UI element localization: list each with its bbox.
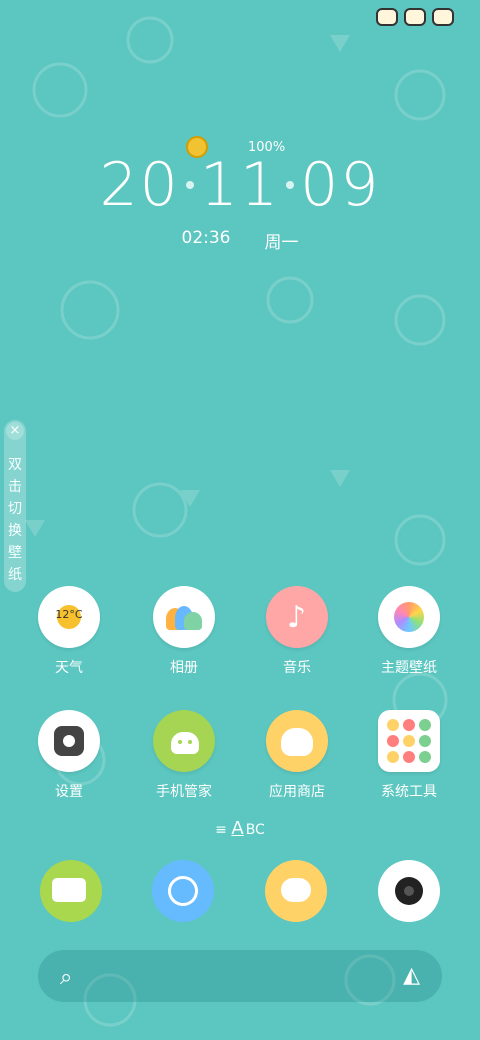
folder-app-dot: [403, 735, 415, 747]
app-label: 相册: [170, 660, 198, 676]
weekday: 周一: [264, 233, 299, 253]
folder-app-dot: [387, 735, 399, 747]
themes-icon[interactable]: [378, 586, 440, 648]
app-settings[interactable]: 设置: [24, 710, 114, 801]
eye-icon: [188, 740, 192, 744]
wallpaper-switch-tab[interactable]: × 双击切换壁纸: [4, 420, 26, 592]
folder-app-dot: [419, 735, 431, 747]
app-label: 天气: [55, 660, 83, 676]
folder-app-dot: [387, 719, 399, 731]
page-indicator-rest: BC: [245, 822, 265, 838]
gallery-shape: [184, 612, 202, 630]
app-system-tools[interactable]: 系统工具: [364, 710, 454, 801]
app-store-icon[interactable]: [266, 710, 328, 772]
shopping-bag-icon: [281, 728, 313, 756]
weather-icon[interactable]: 12°C: [38, 586, 100, 648]
app-label: 应用商店: [269, 784, 325, 800]
gallery-icon[interactable]: [153, 586, 215, 648]
system-tools-folder-icon[interactable]: [378, 710, 440, 772]
settings-icon[interactable]: [38, 710, 100, 772]
messages-icon[interactable]: [265, 860, 327, 922]
android-icon: [171, 732, 199, 754]
page-indicator[interactable]: ≡ A BC: [0, 818, 480, 839]
date-part-2: 11: [199, 150, 281, 220]
folder-app-dot: [419, 751, 431, 763]
time-row: 02:36 周一: [0, 228, 480, 253]
folder-app-dot: [403, 719, 415, 731]
robot-character-icon: [432, 8, 454, 26]
assistant-icon[interactable]: ◭: [403, 963, 420, 988]
app-weather[interactable]: 12°C 天气: [24, 586, 114, 677]
cup-icon: [52, 878, 86, 902]
phone-manager-icon[interactable]: [153, 710, 215, 772]
app-label: 设置: [55, 784, 83, 800]
date-separator-dot: [185, 180, 194, 189]
monster-character-icon: [404, 8, 426, 26]
compass-icon: [162, 870, 204, 912]
search-icon[interactable]: ⌕: [60, 965, 72, 990]
folder-app-dot: [419, 719, 431, 731]
app-label: 音乐: [283, 660, 311, 676]
music-icon[interactable]: ♪: [266, 586, 328, 648]
app-store[interactable]: 应用商店: [252, 710, 342, 801]
music-note-icon: ♪: [287, 600, 307, 635]
eye-icon: [178, 740, 182, 744]
search-bar[interactable]: ⌕ ◭: [38, 950, 442, 1002]
settings-hole: [63, 735, 75, 747]
app-themes[interactable]: 主题壁纸: [364, 586, 454, 677]
date-part-3: 09: [300, 150, 381, 220]
date-part-1: 20: [99, 150, 180, 220]
camera-lens-icon: [395, 877, 423, 905]
app-gallery[interactable]: 相册: [139, 586, 229, 677]
chat-bubble-icon: [281, 878, 311, 902]
app-phone-manager[interactable]: 手机管家: [139, 710, 229, 801]
app-label: 系统工具: [381, 784, 437, 800]
folder-grid: [387, 719, 431, 763]
app-music[interactable]: ♪ 音乐: [252, 586, 342, 677]
status-bar: [376, 8, 454, 26]
browser-icon[interactable]: [152, 860, 214, 922]
list-icon: ≡: [215, 822, 227, 838]
sun-character-icon: [376, 8, 398, 26]
app-label: 主题壁纸: [381, 660, 437, 676]
date-separator-dot: [286, 180, 295, 189]
camera-icon[interactable]: [378, 860, 440, 922]
phone-icon[interactable]: [40, 860, 102, 922]
date-display: 20 11 09: [0, 150, 480, 220]
page-indicator-a: A: [231, 818, 244, 839]
folder-app-dot: [403, 751, 415, 763]
folder-app-dot: [387, 751, 399, 763]
flower-icon: [394, 602, 424, 632]
wallpaper-switch-text: 双击切换壁纸: [8, 457, 22, 583]
app-label: 手机管家: [156, 784, 212, 800]
close-icon[interactable]: ×: [6, 422, 24, 440]
time: 02:36: [181, 228, 231, 248]
weather-temperature: 12°C: [55, 608, 83, 621]
